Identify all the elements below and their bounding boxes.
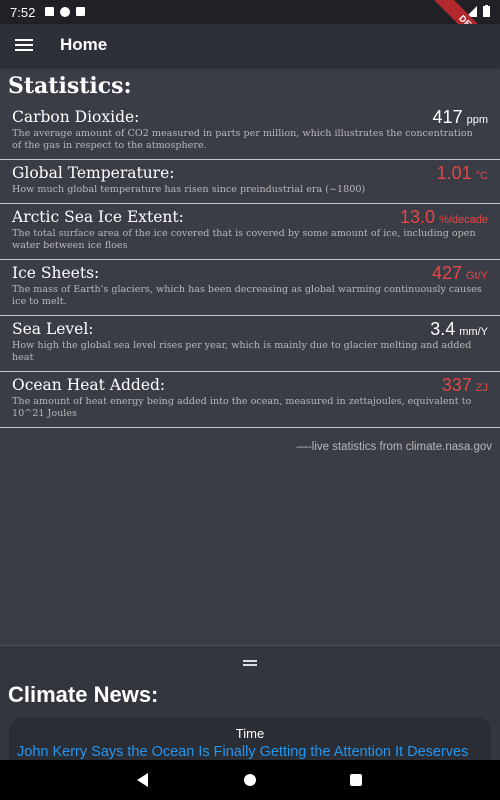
stat-name: Sea Level:	[12, 320, 94, 338]
statistics-list: Carbon Dioxide: 417 ppm The average amoun…	[0, 104, 500, 428]
page-title: Home	[60, 35, 108, 54]
stat-value: 1.01 °C	[436, 163, 488, 183]
source-note: —-live statistics from climate.nasa.gov	[296, 441, 492, 453]
menu-icon[interactable]	[15, 39, 33, 51]
back-icon[interactable]	[137, 773, 148, 787]
stat-ice-sheets: Ice Sheets: 427 Gt/Y The mass of Earth's …	[0, 260, 500, 316]
sd-card-icon	[76, 7, 86, 16]
stat-description: How high the global sea level rises per …	[12, 340, 472, 363]
home-icon[interactable]	[244, 774, 256, 786]
drag-handle-icon[interactable]	[243, 660, 257, 668]
stat-description: How much global temperature has risen si…	[12, 184, 366, 195]
system-nav-bar	[0, 760, 500, 800]
stat-name: Carbon Dioxide:	[12, 108, 140, 126]
stat-name: Ice Sheets:	[12, 264, 100, 282]
statistics-heading: Statistics:	[8, 73, 132, 99]
stat-value: 13.0 %/decade	[400, 207, 488, 227]
stat-description: The amount of heat energy being added in…	[12, 396, 472, 419]
stat-arctic-sea-ice: Arctic Sea Ice Extent: 13.0 %/decade The …	[0, 204, 500, 260]
stat-description: The mass of Earth's glaciers, which has …	[12, 284, 482, 307]
stat-ocean-heat: Ocean Heat Added: 337 ZJ The amount of he…	[0, 372, 500, 428]
notification-icons	[45, 7, 86, 17]
battery-icon	[483, 5, 490, 17]
stat-name: Ocean Heat Added:	[12, 376, 166, 394]
stat-global-temperature: Global Temperature: 1.01 °C How much glob…	[0, 160, 500, 204]
news-headline-link[interactable]: John Kerry Says the Ocean Is Finally Get…	[17, 744, 468, 760]
notification-icon	[45, 7, 55, 16]
stat-value: 417 ppm	[432, 107, 488, 127]
stat-value: 3.4 mm/Y	[430, 319, 488, 339]
stat-description: The average amount of CO2 measured in pa…	[12, 128, 473, 151]
news-heading: Climate News:	[8, 682, 159, 707]
stat-sea-level: Sea Level: 3.4 mm/Y How high the global s…	[0, 316, 500, 372]
recents-icon[interactable]	[350, 774, 362, 786]
stat-description: The total surface area of the ice covere…	[12, 228, 476, 251]
status-bar: 7:52	[0, 0, 500, 24]
stat-value: 427 Gt/Y	[431, 263, 488, 283]
stat-carbon-dioxide: Carbon Dioxide: 417 ppm The average amoun…	[0, 104, 500, 160]
stat-name: Global Temperature:	[12, 164, 175, 182]
app-notification-icon	[60, 7, 71, 17]
stat-value: 337 ZJ	[441, 375, 488, 395]
news-panel: Climate News: Time John Kerry Says the O…	[0, 645, 500, 777]
news-source: Time	[235, 726, 265, 741]
status-time: 7:52	[10, 4, 36, 20]
app-bar: Home	[0, 24, 500, 66]
